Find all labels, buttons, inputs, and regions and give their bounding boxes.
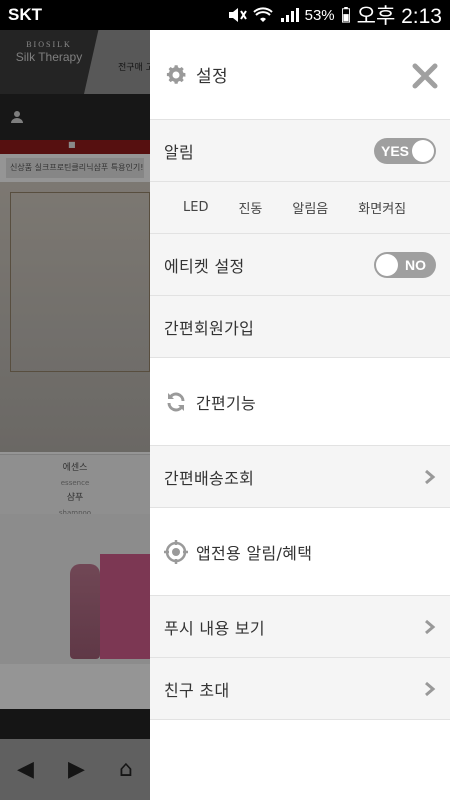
check-sound-label: 알림음 (292, 202, 329, 217)
chevron-right-icon (425, 469, 436, 484)
check-vibration[interactable]: 진동 (217, 198, 339, 257)
notification-row: 알림 YES (150, 120, 450, 182)
notification-toggle[interactable]: YES (374, 137, 436, 164)
quick-features-header: 간편기능 (150, 358, 450, 446)
status-bar: SKT 53% 오후 2:13 (0, 0, 450, 30)
clock: 오후 2:13 (356, 5, 442, 28)
refresh-icon (167, 392, 185, 411)
invite-friend-row[interactable]: 친구 초대 (150, 658, 450, 720)
app-alerts-label: 앱전용 알림/혜택 (196, 543, 313, 563)
quick-features-label: 간편기능 (196, 393, 257, 413)
carrier-label: SKT (8, 5, 42, 24)
quick-signup-row[interactable]: 간편회원가입 (150, 296, 450, 358)
check-led-label: LED (183, 200, 209, 215)
wifi-icon (252, 7, 273, 22)
check-vibration-label: 진동 (238, 202, 263, 217)
quick-delivery-label: 간편배송조회 (164, 468, 255, 488)
target-icon (164, 539, 188, 564)
check-led[interactable]: LED (162, 199, 284, 257)
etiquette-label: 에티켓 설정 (164, 256, 245, 276)
check-sound[interactable]: 알림음 (271, 198, 393, 257)
check-screen-on[interactable]: 화면켜짐 (337, 198, 450, 257)
battery-percent: 53% (304, 6, 335, 24)
close-icon[interactable] (412, 63, 438, 89)
check-screen-on-label: 화면켜짐 (358, 202, 407, 217)
battery-icon (341, 7, 350, 23)
drawer-title: 설정 (196, 67, 228, 87)
app-alerts-header: 앱전용 알림/혜택 (150, 508, 450, 596)
mute-icon (228, 8, 247, 22)
notification-label: 알림 (164, 142, 195, 162)
toggle-knob (376, 253, 398, 276)
signal-icon (280, 8, 299, 22)
notification-options-row: LED 진동 알림음 화면켜짐 (150, 182, 450, 257)
push-view-label: 푸시 내용 보기 (164, 618, 265, 638)
notification-toggle-text: YES (381, 142, 410, 159)
invite-friend-label: 친구 초대 (164, 680, 230, 700)
drawer-scrim[interactable] (0, 30, 150, 800)
etiquette-toggle[interactable]: NO (374, 251, 436, 278)
chevron-right-icon (425, 619, 436, 634)
etiquette-toggle-text: NO (405, 256, 426, 273)
quick-delivery-row[interactable]: 간편배송조회 (150, 446, 450, 508)
drawer-header: 설정 (150, 30, 450, 120)
gear-icon (166, 64, 186, 84)
toggle-knob (412, 139, 434, 162)
settings-drawer: 설정 알림 YES LED 진동 알림음 화면켜짐 에티켓 설정 NO 간편회원… (150, 30, 450, 800)
push-view-row[interactable]: 푸시 내용 보기 (150, 596, 450, 658)
quick-signup-label: 간편회원가입 (164, 318, 255, 338)
chevron-right-icon (425, 681, 436, 696)
etiquette-row: 에티켓 설정 NO (150, 234, 450, 296)
